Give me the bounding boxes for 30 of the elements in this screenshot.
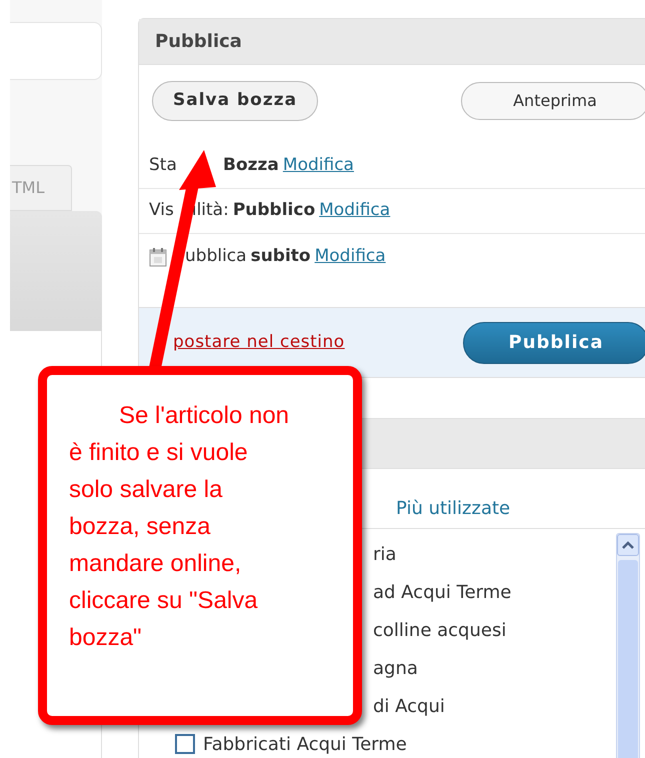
edit-link[interactable]: Modifica <box>314 244 386 270</box>
row-value: Bozza <box>223 154 279 178</box>
title-field[interactable] <box>10 22 102 80</box>
category-label: ria <box>373 542 396 566</box>
category-label[interactable]: Fabbricati Acqui Terme <box>203 730 407 758</box>
caret-up-icon <box>622 541 634 549</box>
row-label: Vis <box>149 199 174 222</box>
save-draft-button[interactable]: Salva bozza <box>152 81 318 121</box>
publish-button[interactable]: Pubblica <box>463 322 645 364</box>
trash-link[interactable]: postare nel cestino <box>173 330 345 356</box>
row-value: Pubblico <box>232 199 316 222</box>
row-label: ilità: <box>192 199 229 222</box>
scroll-up-button[interactable] <box>617 534 639 556</box>
panel-title: Pubblica <box>139 19 645 65</box>
preview-button[interactable]: Anteprima <box>461 82 645 120</box>
edit-link[interactable]: Modifica <box>282 153 354 179</box>
category-label: colline acquesi <box>373 618 506 642</box>
calendar-icon <box>149 246 167 266</box>
scrollbar[interactable] <box>616 533 640 758</box>
category-tab[interactable]: Più utilizzate <box>382 488 524 528</box>
row-value: subito <box>250 244 311 268</box>
checkbox[interactable] <box>175 734 195 754</box>
category-label: agna <box>373 656 418 680</box>
callout-text: Se l'articolo non è finito e si vuole solo salvare la bozza, senza mandare online, cliccare su "Salva bozza" <box>69 401 290 653</box>
category-label: di Acqui <box>373 694 445 718</box>
edit-link[interactable]: Modifica <box>319 198 390 224</box>
row-label: Sta <box>149 154 177 178</box>
row-label: ubblica <box>185 244 247 268</box>
scroll-thumb[interactable] <box>618 560 638 758</box>
category-label: ad Acqui Terme <box>373 580 512 604</box>
